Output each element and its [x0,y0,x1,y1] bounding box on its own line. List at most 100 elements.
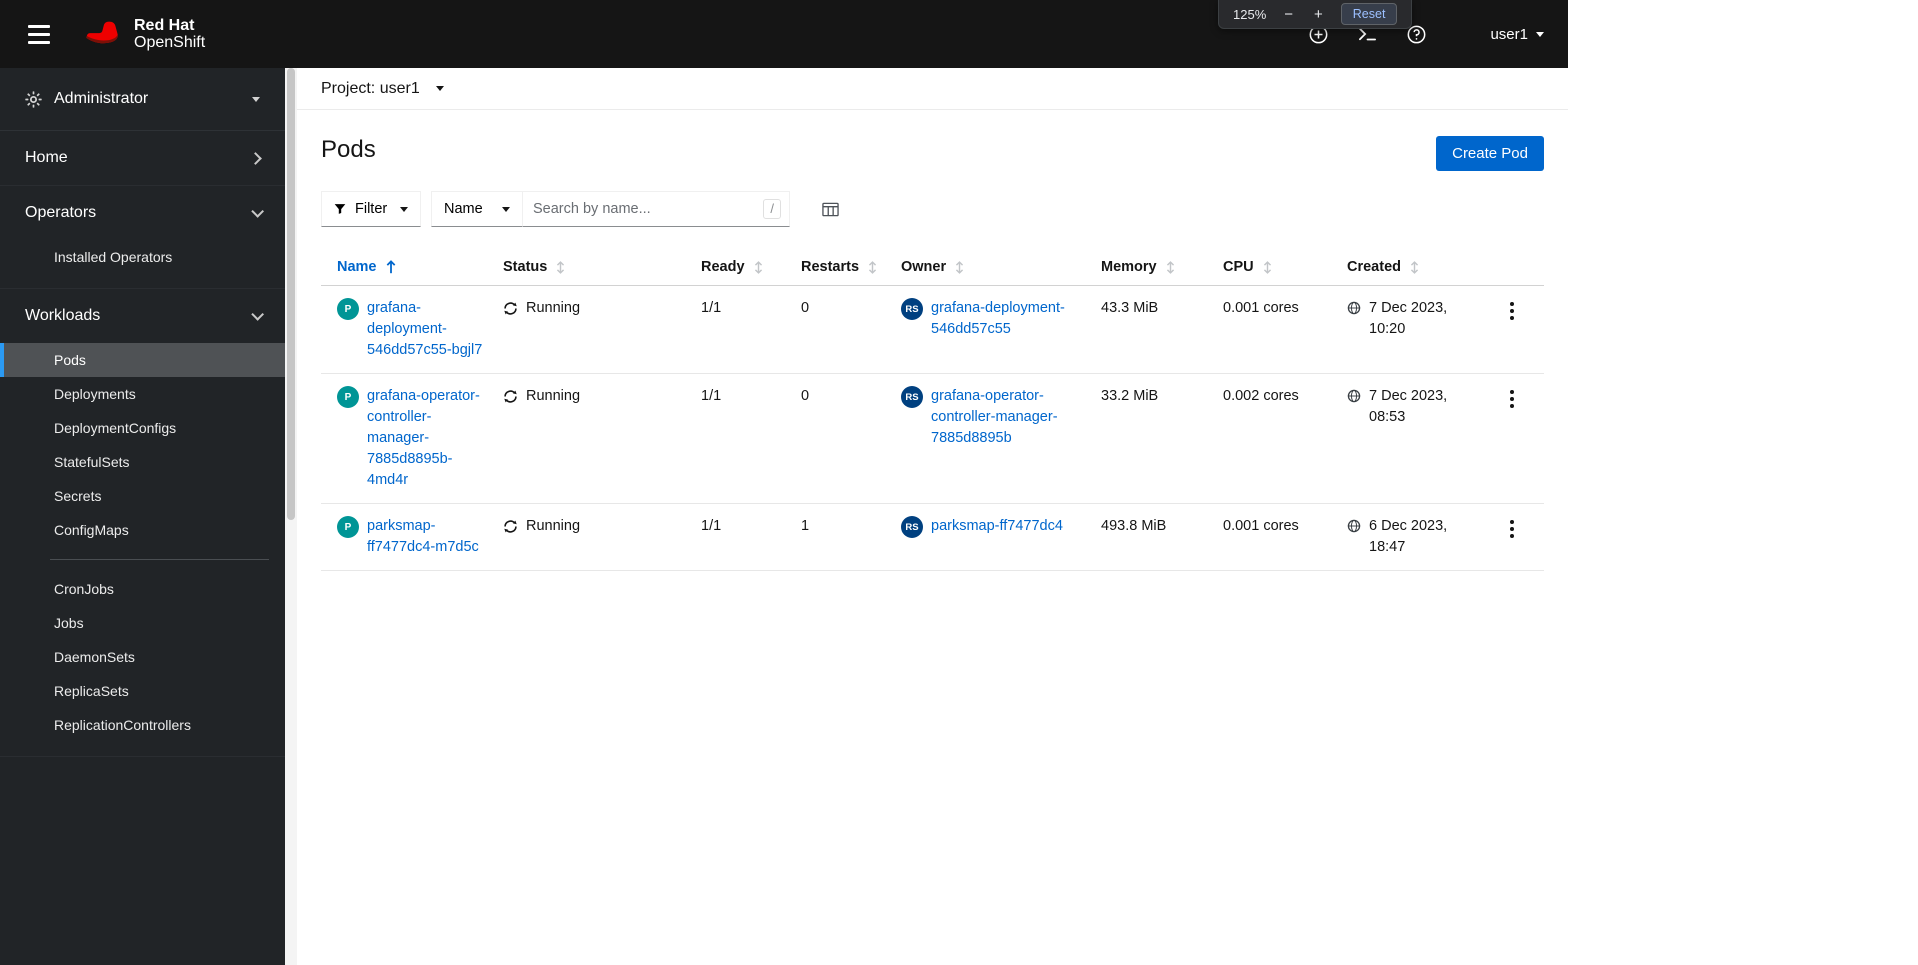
create-pod-button[interactable]: Create Pod [1436,136,1544,171]
created-time: 10:20 [1369,321,1406,337]
sidebar-item-daemonsets[interactable]: DaemonSets [0,640,285,674]
list-item: Deployments [0,377,285,411]
pod-name-link[interactable]: grafana-deployment-546dd57c55-bgjl7 [367,298,491,361]
sidebar-item-installed-operators[interactable]: Installed Operators [0,240,285,274]
pod-memory: 33.2 MiB [1101,373,1223,504]
created-date: 7 Dec 2023, [1369,388,1448,404]
filter-funnel-icon [334,203,346,215]
perspective-switcher[interactable]: Administrator [0,68,285,131]
sidebar-item-replicasets[interactable]: ReplicaSets [0,674,285,708]
list-item: Jobs [0,606,285,640]
sidebar-item-cronjobs[interactable]: CronJobs [0,572,285,606]
chevron-down-icon [1536,31,1544,37]
search-attribute-dropdown[interactable]: Name [431,191,523,227]
filter-dropdown[interactable]: Filter [321,191,421,227]
replicaset-badge: RS [901,298,923,320]
pod-status: Running [526,388,581,404]
sort-icon [955,260,964,274]
pod-name-link[interactable]: grafana-operator-controller-manager-7885… [367,386,491,491]
redhat-fedora-icon [80,18,124,50]
sort-icon [1263,260,1272,274]
nav-toggle-button[interactable] [24,19,54,50]
replicaset-badge: RS [901,386,923,408]
col-header-cpu[interactable]: CPU [1223,259,1272,275]
sidebar-scrollbar [285,68,297,965]
created-date: 6 Dec 2023, [1369,518,1448,534]
col-header-status[interactable]: Status [503,259,565,275]
nav-divider [50,559,269,560]
timestamp-globe-icon [1347,389,1361,403]
list-item: ReplicationControllers [0,708,285,742]
list-item: ReplicaSets [0,674,285,708]
sidebar-item-home[interactable]: Home [0,131,285,185]
list-item: Secrets [0,479,285,513]
search-attribute-label: Name [444,201,483,217]
pod-row: P grafana-operator-controller-manager-78… [321,373,1544,504]
sidebar-item-jobs[interactable]: Jobs [0,606,285,640]
help-question-icon[interactable] [1407,25,1426,44]
sort-icon [1410,260,1419,274]
col-header-memory[interactable]: Memory [1101,259,1175,275]
pod-badge: P [337,516,359,538]
row-actions-kebab[interactable] [1502,298,1522,324]
pod-status: Running [526,518,581,534]
project-selector[interactable]: Project: user1 [297,68,1568,110]
owner-link[interactable]: parksmap-ff7477dc4 [931,516,1063,537]
caret-down-icon [400,206,408,212]
search-input[interactable] [522,191,790,227]
owner-link[interactable]: grafana-deployment-546dd57c55 [931,298,1089,340]
list-toolbar: Filter Name / [297,171,1568,227]
zoom-in-button[interactable]: + [1311,7,1326,22]
sidebar-item-replicationcontrollers[interactable]: ReplicationControllers [0,708,285,742]
running-sync-icon [503,389,518,404]
timestamp-globe-icon [1347,301,1361,315]
user-menu[interactable]: user1 [1490,26,1544,43]
pod-name-link[interactable]: parksmap-ff7477dc4-m7d5c [367,516,491,558]
sidebar-item-operators[interactable]: Operators [0,186,285,240]
nav-group-home: Home [0,131,285,186]
created-time: 18:47 [1369,539,1406,555]
sidebar-nav: Administrator Home Operators Installed O… [0,68,285,965]
column-management-icon[interactable] [822,202,839,217]
sidebar-scrollbar-thumb[interactable] [287,68,295,520]
col-header-name[interactable]: Name [337,259,396,275]
created-date: 7 Dec 2023, [1369,300,1448,316]
pod-restarts: 1 [801,503,901,571]
list-item: ConfigMaps [0,513,285,547]
zoom-out-button[interactable]: − [1281,7,1296,22]
sort-icon [754,260,763,274]
chevron-right-icon [249,151,262,165]
pod-memory: 43.3 MiB [1101,285,1223,374]
gear-icon [25,90,42,108]
caret-down-icon [502,206,510,212]
pod-ready: 1/1 [701,285,801,374]
sidebar-item-workloads[interactable]: Workloads [0,289,285,343]
pods-table-wrap: Name Status Ready Restarts Owner Memory … [321,249,1544,571]
chevron-down-icon [251,204,264,218]
sidebar-item-secrets[interactable]: Secrets [0,479,285,513]
sidebar-item-deployments[interactable]: Deployments [0,377,285,411]
list-item: StatefulSets [0,445,285,479]
zoom-reset-button[interactable]: Reset [1340,3,1398,25]
row-actions-kebab[interactable] [1502,516,1522,542]
user-menu-label: user1 [1490,25,1528,43]
col-header-owner[interactable]: Owner [901,259,964,275]
sidebar-item-configmaps[interactable]: ConfigMaps [0,513,285,547]
owner-link[interactable]: grafana-operator-controller-manager-7885… [931,386,1089,449]
redhat-openshift-logo[interactable]: Red Hat OpenShift [80,17,205,51]
brand-name-top: Red Hat [134,17,195,34]
zoom-level: 125% [1233,6,1267,22]
sidebar-item-statefulsets[interactable]: StatefulSets [0,445,285,479]
browser-zoom-popup: 125% − + Reset [1218,0,1413,29]
col-header-ready[interactable]: Ready [701,259,763,275]
pod-row: P grafana-deployment-546dd57c55-bgjl7 Ru… [321,285,1544,374]
col-header-created[interactable]: Created [1347,259,1419,275]
col-header-restarts[interactable]: Restarts [801,259,877,275]
app-body: Administrator Home Operators Installed O… [0,68,1568,965]
row-actions-kebab[interactable] [1502,386,1522,412]
list-item: DeploymentConfigs [0,411,285,445]
created-time: 08:53 [1369,409,1406,425]
sidebar-item-pods[interactable]: Pods [0,343,285,377]
sidebar-item-deploymentconfigs[interactable]: DeploymentConfigs [0,411,285,445]
list-item: Pods [0,343,285,377]
